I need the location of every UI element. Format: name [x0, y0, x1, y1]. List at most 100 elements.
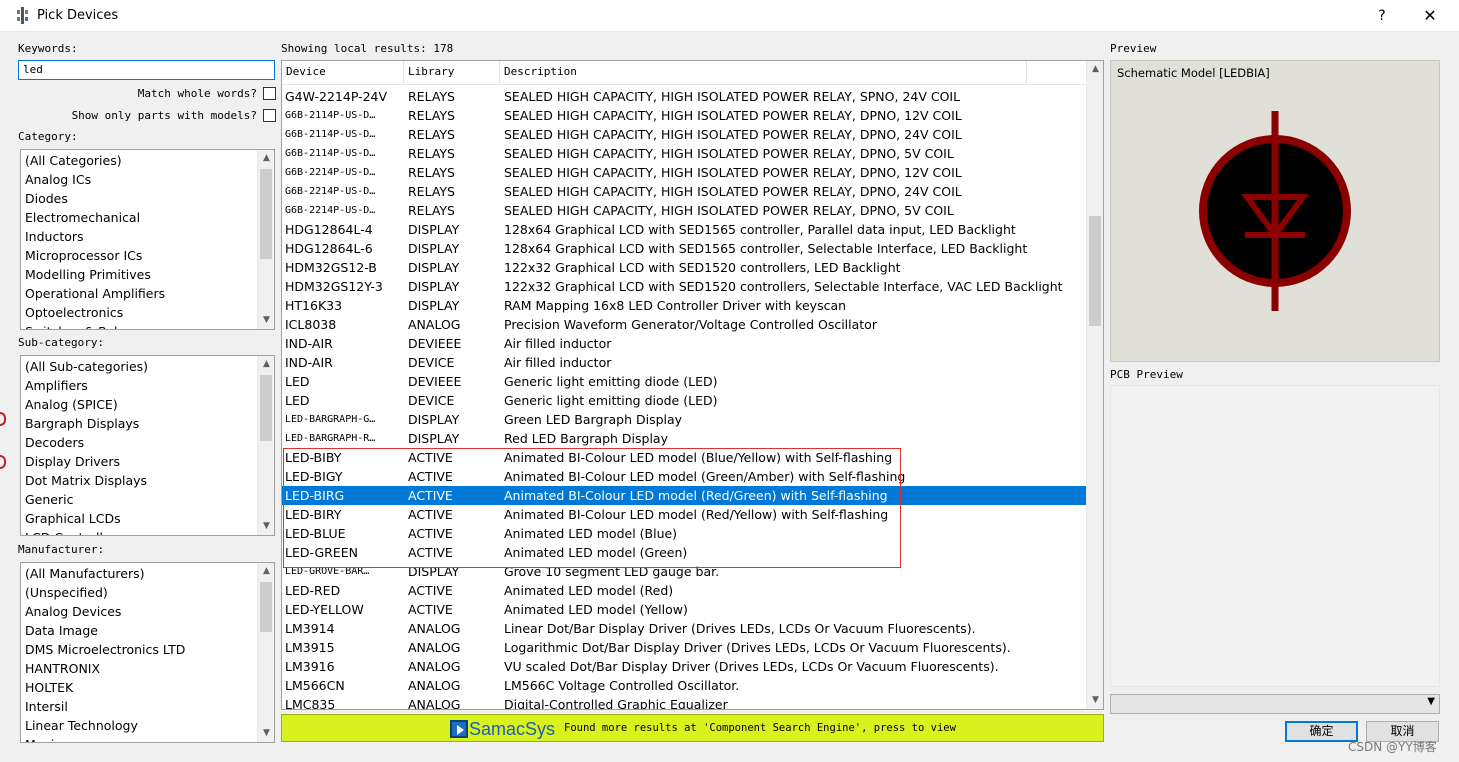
- column-header-library[interactable]: Library: [404, 61, 500, 85]
- cell-library: DISPLAY: [408, 431, 460, 446]
- category-scrollbar[interactable]: ▲ ▼: [257, 150, 274, 329]
- list-item[interactable]: (All Manufacturers): [21, 564, 274, 583]
- cell-device: LED-YELLOW: [285, 602, 364, 617]
- list-item[interactable]: Bargraph Displays: [21, 414, 274, 433]
- results-scrollbar[interactable]: ▲ ▼: [1086, 61, 1103, 709]
- match-whole-words-checkbox[interactable]: [263, 87, 276, 100]
- list-item[interactable]: HOLTEK: [21, 678, 274, 697]
- table-row[interactable]: LED-GREEN ACTIVE Animated LED model (Green…: [282, 543, 1087, 562]
- table-row[interactable]: LMC835 ANALOG Digital-Controlled Graphic E…: [282, 695, 1087, 709]
- scroll-thumb[interactable]: [1089, 216, 1101, 326]
- scroll-up-icon[interactable]: ▲: [258, 356, 274, 373]
- list-item[interactable]: Switches & Relays: [21, 322, 274, 329]
- table-row[interactable]: G6B-2214P-US-D… RELAYS SEALED HIGH CAPACIT…: [282, 182, 1087, 201]
- table-row[interactable]: G6B-2214P-US-D… RELAYS SEALED HIGH CAPACIT…: [282, 163, 1087, 182]
- manufacturer-list[interactable]: (All Manufacturers) (Unspecified) Analog…: [20, 562, 275, 743]
- table-row[interactable]: HDG12864L-6 DISPLAY 128x64 Graphical LCD w…: [282, 239, 1087, 258]
- package-dropdown[interactable]: ▼: [1110, 694, 1440, 714]
- samacsys-message: Found more results at 'Component Search …: [564, 722, 956, 734]
- table-row[interactable]: LED DEVIEEE Generic light emitting diode (…: [282, 372, 1087, 391]
- table-row[interactable]: LED-RED ACTIVE Animated LED model (Red): [282, 581, 1087, 600]
- cell-device: G6B-2114P-US-D…: [285, 129, 376, 140]
- scroll-thumb[interactable]: [260, 375, 272, 441]
- list-item[interactable]: (All Categories): [21, 151, 274, 170]
- list-item[interactable]: Amplifiers: [21, 376, 274, 395]
- table-row[interactable]: LED-BARGRAPH-G… DISPLAY Green LED Bargraph…: [282, 410, 1087, 429]
- scroll-thumb[interactable]: [260, 582, 272, 632]
- list-item[interactable]: Analog Devices: [21, 602, 274, 621]
- manufacturer-scrollbar[interactable]: ▲ ▼: [257, 563, 274, 742]
- table-row[interactable]: LM566CN ANALOG LM566C Voltage Controlled O…: [282, 676, 1087, 695]
- table-row[interactable]: G6B-2214P-US-D… RELAYS SEALED HIGH CAPACIT…: [282, 201, 1087, 220]
- table-row[interactable]: ICL8038 ANALOG Precision Waveform Generato…: [282, 315, 1087, 334]
- table-row[interactable]: G4W-2214P-24V RELAYS SEALED HIGH CAPACITY,…: [282, 87, 1087, 106]
- table-row[interactable]: HDM32GS12Y-3 DISPLAY 122x32 Graphical LCD …: [282, 277, 1087, 296]
- scroll-down-icon[interactable]: ▼: [1087, 692, 1103, 709]
- scroll-down-icon[interactable]: ▼: [258, 518, 274, 535]
- category-list[interactable]: (All Categories) Analog ICs Diodes Elect…: [20, 149, 275, 330]
- results-table[interactable]: Device Library Description G4W-2214P-24V…: [281, 60, 1104, 710]
- scroll-down-icon[interactable]: ▼: [258, 312, 274, 329]
- list-item[interactable]: Linear Technology: [21, 716, 274, 735]
- list-item[interactable]: Modelling Primitives: [21, 265, 274, 284]
- scroll-up-icon[interactable]: ▲: [1087, 61, 1103, 78]
- list-item[interactable]: Graphical LCDs: [21, 509, 274, 528]
- list-item[interactable]: Inductors: [21, 227, 274, 246]
- list-item[interactable]: LCD Controllers: [21, 528, 274, 535]
- table-row[interactable]: LED-GROVE-BAR… DISPLAY Grove 10 segment LE…: [282, 562, 1087, 581]
- list-item[interactable]: Maxim: [21, 735, 274, 742]
- close-button[interactable]: ✕: [1414, 3, 1446, 29]
- scroll-thumb[interactable]: [260, 169, 272, 259]
- table-row[interactable]: HT16K33 DISPLAY RAM Mapping 16x8 LED Contr…: [282, 296, 1087, 315]
- table-row[interactable]: LED-BLUE ACTIVE Animated LED model (Blue): [282, 524, 1087, 543]
- scroll-up-icon[interactable]: ▲: [258, 563, 274, 580]
- table-row[interactable]: HDG12864L-4 DISPLAY 128x64 Graphical LCD w…: [282, 220, 1087, 239]
- table-row[interactable]: LED-YELLOW ACTIVE Animated LED model (Yell…: [282, 600, 1087, 619]
- table-row[interactable]: LED-BIGY ACTIVE Animated BI-Colour LED mod…: [282, 467, 1087, 486]
- list-item[interactable]: Analog ICs: [21, 170, 274, 189]
- list-item[interactable]: (All Sub-categories): [21, 357, 274, 376]
- list-item[interactable]: Operational Amplifiers: [21, 284, 274, 303]
- list-item[interactable]: Dot Matrix Displays: [21, 471, 274, 490]
- table-row[interactable]: IND-AIR DEVIEEE Air filled inductor: [282, 334, 1087, 353]
- scroll-up-icon[interactable]: ▲: [258, 150, 274, 167]
- table-row[interactable]: LED DEVICE Generic light emitting diode (L…: [282, 391, 1087, 410]
- list-item[interactable]: Display Drivers: [21, 452, 274, 471]
- help-button[interactable]: ?: [1370, 5, 1394, 27]
- table-row[interactable]: LED-BIRG ACTIVE Animated BI-Colour LED mod…: [282, 486, 1087, 505]
- list-item[interactable]: DMS Microelectronics LTD: [21, 640, 274, 659]
- table-row[interactable]: LED-BIRY ACTIVE Animated BI-Colour LED mod…: [282, 505, 1087, 524]
- table-row[interactable]: G6B-2114P-US-D… RELAYS SEALED HIGH CAPACIT…: [282, 125, 1087, 144]
- list-item[interactable]: Analog (SPICE): [21, 395, 274, 414]
- list-item[interactable]: Microprocessor ICs: [21, 246, 274, 265]
- list-item[interactable]: Intersil: [21, 697, 274, 716]
- table-row[interactable]: LED-BARGRAPH-R… DISPLAY Red LED Bargraph D…: [282, 429, 1087, 448]
- table-row[interactable]: LM3915 ANALOG Logarithmic Dot/Bar Display …: [282, 638, 1087, 657]
- table-row[interactable]: LM3914 ANALOG Linear Dot/Bar Display Drive…: [282, 619, 1087, 638]
- list-item[interactable]: Optoelectronics: [21, 303, 274, 322]
- column-header-device[interactable]: Device: [282, 61, 404, 85]
- table-row[interactable]: LM3916 ANALOG VU scaled Dot/Bar Display Dr…: [282, 657, 1087, 676]
- table-row[interactable]: IND-AIR DEVICE Air filled inductor: [282, 353, 1087, 372]
- subcategory-list[interactable]: (All Sub-categories) Amplifiers Analog (…: [20, 355, 275, 536]
- column-header-description[interactable]: Description: [500, 61, 1027, 85]
- samacsys-banner[interactable]: SamacSys Found more results at 'Componen…: [281, 714, 1104, 742]
- list-item[interactable]: Electromechanical: [21, 208, 274, 227]
- table-row[interactable]: G6B-2114P-US-D… RELAYS SEALED HIGH CAPACIT…: [282, 144, 1087, 163]
- cell-description: Generic light emitting diode (LED): [504, 393, 718, 408]
- table-row[interactable]: HDM32GS12-B DISPLAY 122x32 Graphical LCD w…: [282, 258, 1087, 277]
- table-row[interactable]: G6B-2114P-US-D… RELAYS SEALED HIGH CAPACIT…: [282, 106, 1087, 125]
- scroll-down-icon[interactable]: ▼: [258, 725, 274, 742]
- cell-description: SEALED HIGH CAPACITY, HIGH ISOLATED POWE…: [504, 165, 962, 180]
- list-item[interactable]: HANTRONIX: [21, 659, 274, 678]
- list-item[interactable]: (Unspecified): [21, 583, 274, 602]
- cell-description: SEALED HIGH CAPACITY, HIGH ISOLATED POWE…: [504, 127, 962, 142]
- list-item[interactable]: Generic: [21, 490, 274, 509]
- keywords-input[interactable]: led: [18, 60, 275, 80]
- show-only-models-checkbox[interactable]: [263, 109, 276, 122]
- list-item[interactable]: Data Image: [21, 621, 274, 640]
- subcategory-scrollbar[interactable]: ▲ ▼: [257, 356, 274, 535]
- list-item[interactable]: Diodes: [21, 189, 274, 208]
- table-row[interactable]: LED-BIBY ACTIVE Animated BI-Colour LED mod…: [282, 448, 1087, 467]
- list-item[interactable]: Decoders: [21, 433, 274, 452]
